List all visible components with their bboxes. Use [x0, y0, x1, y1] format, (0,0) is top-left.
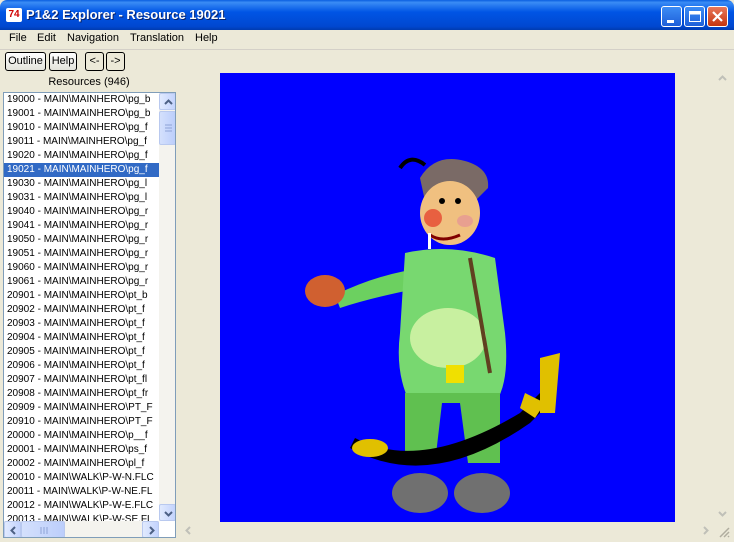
- grip-icon: [165, 124, 172, 132]
- scroll-down-button[interactable]: [159, 504, 175, 521]
- list-item[interactable]: 20012 - MAIN\WALK\P-W-E.FLC: [4, 499, 159, 513]
- list-item[interactable]: 19020 - MAIN\MAINHERO\pg_f: [4, 149, 159, 163]
- menu-help[interactable]: Help: [195, 32, 218, 44]
- list-item[interactable]: 20901 - MAIN\MAINHERO\pt_b: [4, 289, 159, 303]
- resource-list-items[interactable]: 19000 - MAIN\MAINHERO\pg_b 19001 - MAIN\M…: [4, 93, 159, 521]
- list-item[interactable]: 19041 - MAIN\MAINHERO\pg_r: [4, 219, 159, 233]
- list-horizontal-scrollbar[interactable]: [4, 521, 159, 537]
- list-scroll-thumb[interactable]: [159, 111, 175, 145]
- list-item[interactable]: 19021 - MAIN\MAINHERO\pg_f: [4, 163, 159, 177]
- list-hscroll-thumb[interactable]: [21, 521, 65, 537]
- outline-button[interactable]: Outline: [5, 52, 46, 71]
- list-vertical-scrollbar[interactable]: [159, 93, 175, 521]
- minimize-icon: [667, 20, 674, 23]
- list-item[interactable]: 20000 - MAIN\MAINHERO\p__f: [4, 429, 159, 443]
- close-icon: [712, 11, 723, 22]
- list-item[interactable]: 20011 - MAIN\WALK\P-W-NE.FL: [4, 485, 159, 499]
- resources-header: Resources (946): [48, 76, 130, 88]
- list-item[interactable]: 20902 - MAIN\MAINHERO\pt_f: [4, 303, 159, 317]
- chevron-up-icon: [164, 99, 173, 105]
- menu-navigation[interactable]: Navigation: [67, 32, 119, 44]
- list-item[interactable]: 20910 - MAIN\MAINHERO\PT_F: [4, 415, 159, 429]
- list-item[interactable]: 19011 - MAIN\MAINHERO\pg_f: [4, 135, 159, 149]
- sprite-canvas: [220, 73, 675, 522]
- list-item[interactable]: 20906 - MAIN\MAINHERO\pt_f: [4, 359, 159, 373]
- scroll-left-button[interactable]: [4, 521, 21, 537]
- scroll-up-button[interactable]: [159, 93, 175, 110]
- menu-translation[interactable]: Translation: [130, 32, 184, 44]
- chevron-up-icon[interactable]: [714, 70, 731, 87]
- list-item[interactable]: 20907 - MAIN\MAINHERO\pt_fl: [4, 373, 159, 387]
- chevron-right-icon: [149, 526, 155, 535]
- minimize-button[interactable]: [661, 6, 682, 27]
- list-item[interactable]: 19061 - MAIN\MAINHERO\pg_r: [4, 275, 159, 289]
- resource-list[interactable]: 19000 - MAIN\MAINHERO\pg_b 19001 - MAIN\M…: [3, 92, 176, 538]
- app-icon: 74: [6, 8, 22, 22]
- resize-grip-icon[interactable]: [716, 524, 731, 539]
- chevron-right-icon[interactable]: [697, 522, 714, 539]
- list-item[interactable]: 20905 - MAIN\MAINHERO\pt_f: [4, 345, 159, 359]
- list-item[interactable]: 20909 - MAIN\MAINHERO\PT_F: [4, 401, 159, 415]
- list-item[interactable]: 20903 - MAIN\MAINHERO\pt_f: [4, 317, 159, 331]
- chevron-down-icon: [164, 511, 173, 517]
- list-item[interactable]: 19040 - MAIN\MAINHERO\pg_r: [4, 205, 159, 219]
- chevron-down-icon[interactable]: [714, 505, 731, 522]
- chevron-left-icon: [10, 526, 16, 535]
- viewer-horizontal-scrollbar[interactable]: [180, 522, 714, 539]
- list-item[interactable]: 20002 - MAIN\MAINHERO\pl_f: [4, 457, 159, 471]
- forward-button[interactable]: ->: [106, 52, 125, 71]
- title-bar[interactable]: 74 P1&2 Explorer - Resource 19021: [0, 0, 734, 30]
- list-item[interactable]: 20904 - MAIN\MAINHERO\pt_f: [4, 331, 159, 345]
- viewer-vertical-scrollbar[interactable]: [714, 70, 731, 522]
- soldier-sprite-image: [305, 157, 560, 513]
- grip-icon: [40, 527, 48, 534]
- list-item[interactable]: 20010 - MAIN\WALK\P-W-N.FLC: [4, 471, 159, 485]
- menu-file[interactable]: File: [9, 32, 27, 44]
- maximize-icon: [689, 11, 701, 22]
- list-item[interactable]: 20013 - MAIN\WALK\P-W-SE.FL: [4, 513, 159, 521]
- window-title: P1&2 Explorer - Resource 19021: [26, 7, 226, 22]
- list-item[interactable]: 19001 - MAIN\MAINHERO\pg_b: [4, 107, 159, 121]
- close-button[interactable]: [707, 6, 728, 27]
- list-item[interactable]: 19010 - MAIN\MAINHERO\pg_f: [4, 121, 159, 135]
- list-item[interactable]: 19030 - MAIN\MAINHERO\pg_l: [4, 177, 159, 191]
- list-item[interactable]: 20908 - MAIN\MAINHERO\pt_fr: [4, 387, 159, 401]
- chevron-left-icon[interactable]: [180, 522, 197, 539]
- list-item[interactable]: 20001 - MAIN\MAINHERO\ps_f: [4, 443, 159, 457]
- menu-bar: File Edit Navigation Translation Help: [0, 30, 734, 50]
- menu-edit[interactable]: Edit: [37, 32, 56, 44]
- scroll-right-button[interactable]: [142, 521, 159, 537]
- maximize-button[interactable]: [684, 6, 705, 27]
- list-item[interactable]: 19050 - MAIN\MAINHERO\pg_r: [4, 233, 159, 247]
- back-button[interactable]: <-: [85, 52, 104, 71]
- help-button[interactable]: Help: [49, 52, 77, 71]
- list-item[interactable]: 19051 - MAIN\MAINHERO\pg_r: [4, 247, 159, 261]
- list-item[interactable]: 19060 - MAIN\MAINHERO\pg_r: [4, 261, 159, 275]
- list-item[interactable]: 19000 - MAIN\MAINHERO\pg_b: [4, 93, 159, 107]
- list-item[interactable]: 19031 - MAIN\MAINHERO\pg_l: [4, 191, 159, 205]
